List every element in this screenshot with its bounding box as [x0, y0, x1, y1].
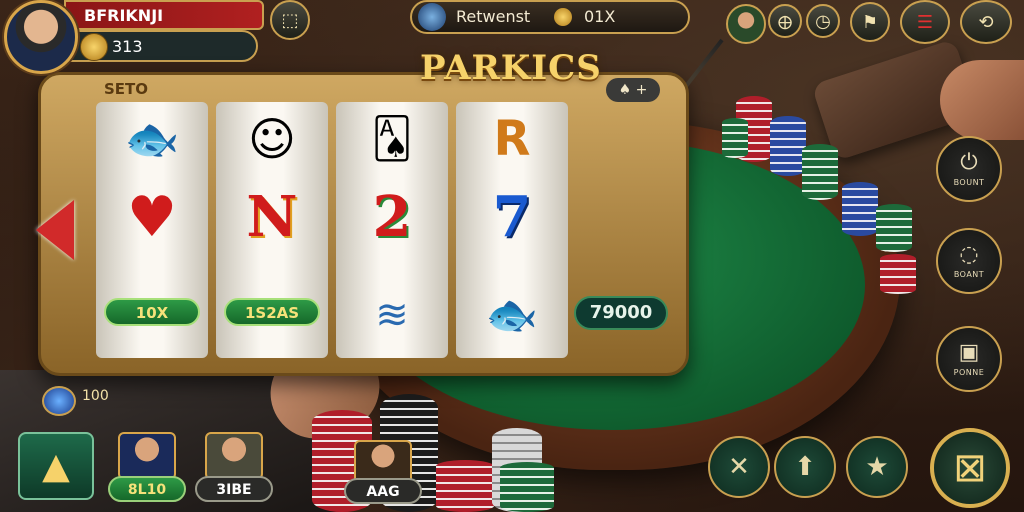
letter-block-icon: R — [493, 111, 531, 167]
screen-button[interactable]: ⬚ — [270, 0, 310, 40]
player-seat-avatar[interactable] — [205, 432, 263, 480]
win-amount: 79000 — [574, 296, 668, 330]
friend-avatar[interactable] — [726, 4, 766, 44]
briefcase-icon: ▣ — [958, 339, 980, 365]
reel-3: 🂡 2 ≋ — [336, 102, 448, 358]
side-button-label: BOANT — [953, 269, 985, 279]
bag-icon: ◌ — [959, 241, 979, 267]
reel-symbol: 2 — [372, 184, 412, 250]
slot-title: PARKICS — [420, 48, 602, 88]
globe-icon — [418, 3, 446, 31]
clock-icon: ◷ — [815, 10, 831, 32]
main-action-button[interactable]: ⊠ — [930, 428, 1010, 508]
add-chip-button[interactable]: ♠ + — [606, 78, 660, 102]
action-button-star[interactable]: ★ — [846, 436, 908, 498]
add-label: + — [635, 82, 648, 98]
action-button-wrench[interactable]: ✕ — [708, 436, 770, 498]
side-button-power[interactable]: ⏻ BOUNT — [936, 136, 1002, 202]
reel-symbol: 7 — [492, 184, 532, 250]
power-icon: ⏻ — [960, 149, 978, 175]
flag-button[interactable]: ⚑ — [850, 2, 890, 42]
player-seat-label: 8L10 — [108, 476, 186, 502]
cross-box-icon: ⊠ — [953, 445, 987, 491]
chip-stack — [500, 462, 554, 512]
arrow-up-icon: ▲ — [42, 445, 70, 487]
wrench-icon: ✕ — [728, 452, 750, 482]
slot-sub-label: SETO — [104, 80, 149, 98]
side-button-label: BOUNT — [953, 177, 985, 187]
settings-button[interactable]: ⟲ — [960, 0, 1012, 44]
chip-stack — [880, 254, 916, 294]
globe-button[interactable]: 🜨 — [768, 4, 802, 38]
chip-stack — [842, 182, 878, 236]
menu-button[interactable]: ☰ — [900, 0, 950, 44]
coin-icon — [554, 8, 572, 26]
globe-icon: 🜨 — [777, 12, 793, 34]
side-button-bag[interactable]: ◌ BOANT — [936, 228, 1002, 294]
chip-stack — [722, 118, 748, 158]
flag-icon: ⚑ — [861, 11, 879, 33]
menu-icon: ☰ — [916, 11, 934, 33]
coin-icon — [80, 33, 108, 61]
player-avatar[interactable] — [4, 0, 78, 74]
chip-stack — [876, 204, 912, 252]
chip-stack — [802, 144, 838, 200]
side-button-label: PONNE — [953, 367, 985, 377]
screen-icon: ⬚ — [281, 9, 299, 31]
fish-icon: 🐟 — [124, 114, 180, 165]
playing-cards-icon: 🂡 — [371, 116, 413, 162]
top-center-amount: 01X — [584, 7, 616, 26]
top-center-panel[interactable]: Retwenst 01X — [410, 0, 690, 34]
chip-stack — [436, 460, 494, 512]
action-button-up[interactable]: ⬆ — [774, 436, 836, 498]
player-seat-avatar[interactable] — [118, 432, 176, 480]
dealer-hand — [940, 60, 1024, 140]
gear-icon: ⟲ — [978, 11, 994, 33]
clock-button[interactable]: ◷ — [806, 4, 840, 38]
clown-icon: ☺ — [248, 112, 296, 166]
star-icon: ★ — [865, 452, 889, 482]
player-seat-label: AAG — [344, 478, 422, 504]
prev-arrow-button[interactable] — [36, 200, 74, 260]
arrow-up-icon: ⬆ — [794, 452, 816, 482]
home-button[interactable]: ▲ — [18, 432, 94, 500]
reel-symbol: N — [246, 184, 298, 250]
player-seat-label: 3IBE — [195, 476, 273, 502]
wave-icon: ≋ — [375, 292, 409, 338]
reel-symbol: ♥ — [126, 184, 178, 250]
fish-icon: 🐟 — [485, 290, 539, 339]
top-center-label: Retwenst — [456, 7, 531, 26]
gem-count: 100 — [82, 388, 109, 404]
reel-1: 🐟 ♥ 10X — [96, 102, 208, 358]
reel-payline: 1S2AS — [224, 298, 320, 326]
reel-4: R 7 🐟 — [456, 102, 568, 358]
reel-payline: 10X — [104, 298, 200, 326]
player-name: BFRIKNJI — [64, 0, 264, 30]
reel-2: ☺ N 1S2AS — [216, 102, 328, 358]
chip-stack — [770, 116, 806, 176]
side-button-briefcase[interactable]: ▣ PONNE — [936, 326, 1002, 392]
gem-icon — [42, 386, 76, 416]
